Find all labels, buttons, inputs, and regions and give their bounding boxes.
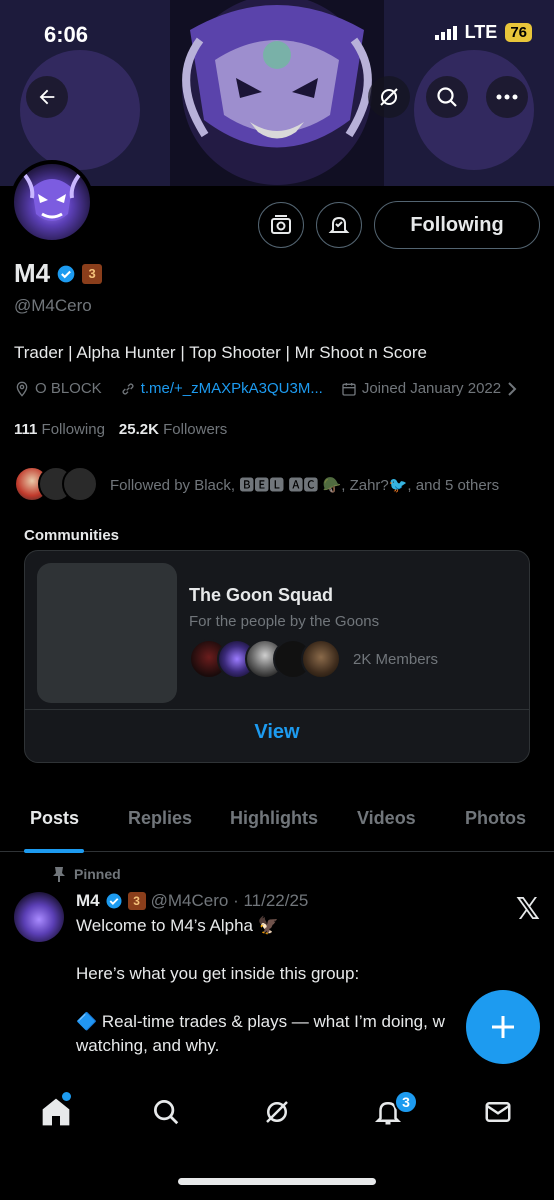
verified-badge-icon <box>106 893 122 909</box>
grok-button[interactable] <box>368 76 410 118</box>
pinned-label: Pinned <box>52 866 121 882</box>
profile-meta: O BLOCK t.me/+_zMAXPkA3QU3M... Joined Ja… <box>14 380 536 397</box>
community-members: 2K Members <box>189 639 438 679</box>
communities-heading: Communities <box>24 527 120 544</box>
followers-label: Followers <box>163 421 228 438</box>
profile-name: M4 <box>14 258 51 288</box>
community-name: The Goon Squad <box>189 585 333 605</box>
profile-bio: Trader | Alpha Hunter | Top Shooter | Mr… <box>14 343 427 362</box>
network-label: LTE <box>464 22 498 42</box>
affiliate-badge[interactable]: 3 <box>82 263 103 284</box>
home-indicator-bar[interactable] <box>178 1178 376 1185</box>
more-icon <box>496 94 518 100</box>
search-icon <box>154 1100 179 1125</box>
location-pin-icon <box>16 381 28 397</box>
tab-highlights[interactable]: Highlights <box>230 808 318 829</box>
community-description: For the people by the Goons <box>189 613 380 630</box>
bell-check-icon <box>328 216 350 233</box>
status-indicators: LTE 76 <box>434 22 532 43</box>
link-item[interactable]: t.me/+_zMAXPkA3QU3M... <box>120 380 323 397</box>
link-icon <box>122 382 134 395</box>
home-new-indicator <box>62 1092 71 1101</box>
following-count: 111 <box>14 421 38 438</box>
profile-tabs: Posts Replies Highlights Videos Photos <box>0 796 554 852</box>
tab-replies[interactable]: Replies <box>128 808 192 829</box>
plus-icon <box>492 1016 514 1038</box>
active-tab-indicator <box>24 849 84 853</box>
following-button[interactable]: Following <box>374 201 540 249</box>
divider <box>25 709 529 710</box>
joined-text: Joined January 2022 <box>361 380 502 397</box>
more-button[interactable] <box>486 76 528 118</box>
post-header: M4 3 @M4Cero · 11/22/25 <box>76 891 308 911</box>
grok-icon <box>266 1101 288 1123</box>
grok-icon <box>380 88 398 106</box>
joined-item[interactable]: Joined January 2022 <box>341 380 518 397</box>
member-avatar <box>301 639 341 679</box>
back-button[interactable] <box>26 76 68 118</box>
followers-stat[interactable]: 25.2K Followers <box>119 421 227 438</box>
arrow-left-icon <box>39 89 55 105</box>
followed-by-text: Followed by Black, 🅱🅴🅻 🅰🅲 🪖, Zahr?🐦, and… <box>110 476 500 494</box>
pinned-text: Pinned <box>74 866 121 882</box>
followers-count: 25.2K <box>118 421 159 438</box>
verified-badge-icon[interactable] <box>56 264 76 284</box>
media-icon <box>271 215 291 234</box>
profile-link[interactable]: t.me/+_zMAXPkA3QU3M... <box>141 380 323 397</box>
pin-icon <box>53 867 65 882</box>
tab-videos[interactable]: Videos <box>357 808 416 829</box>
name-row: M4 3 <box>14 258 103 289</box>
follower-avatar <box>62 466 98 502</box>
view-community-button[interactable]: View <box>25 721 529 744</box>
location-text: O BLOCK <box>35 380 102 397</box>
calendar-icon <box>342 382 356 396</box>
compose-button[interactable] <box>466 990 540 1064</box>
post-handle-date: @M4Cero · 11/22/25 <box>150 891 309 910</box>
profile-handle: @M4Cero <box>14 296 92 315</box>
signal-icon <box>434 25 457 40</box>
nav-search[interactable] <box>146 1092 186 1132</box>
post-line: Here’s what you get inside this group: <box>76 964 360 983</box>
post-line: Welcome to M4’s Alpha 🦅 <box>76 916 279 935</box>
follow-stats: 111 Following 25.2K Followers <box>14 421 227 438</box>
nav-messages[interactable] <box>478 1092 518 1132</box>
notify-button[interactable] <box>316 202 362 248</box>
location-item: O BLOCK <box>14 380 102 397</box>
search-button[interactable] <box>426 76 468 118</box>
affiliate-badge: 3 <box>127 892 146 910</box>
post-author-avatar[interactable] <box>14 892 64 942</box>
search-icon <box>437 87 457 107</box>
tab-photos[interactable]: Photos <box>465 808 526 829</box>
following-stat[interactable]: 111 Following <box>14 421 105 438</box>
profile-avatar[interactable] <box>10 160 94 244</box>
tab-posts[interactable]: Posts <box>30 808 79 829</box>
chevron-right-icon <box>508 381 517 396</box>
nav-grok[interactable] <box>257 1092 297 1132</box>
notification-count-badge: 3 <box>394 1090 418 1114</box>
followed-by-row[interactable]: Followed by Black, 🅱🅴🅻 🅰🅲 🪖, Zahr?🐦, and… <box>14 465 499 503</box>
status-bar: 6:06 LTE 76 <box>0 0 554 64</box>
messages-icon <box>485 1102 511 1122</box>
following-label: Following <box>41 421 105 438</box>
post-author-name[interactable]: M4 <box>76 891 100 911</box>
subscribe-button[interactable] <box>258 202 304 248</box>
battery-indicator: 76 <box>505 23 532 42</box>
status-time: 6:06 <box>44 22 89 47</box>
community-image <box>37 563 177 703</box>
community-card[interactable]: The Goon Squad For the people by the Goo… <box>24 550 530 763</box>
community-member-count: 2K Members <box>353 650 439 668</box>
